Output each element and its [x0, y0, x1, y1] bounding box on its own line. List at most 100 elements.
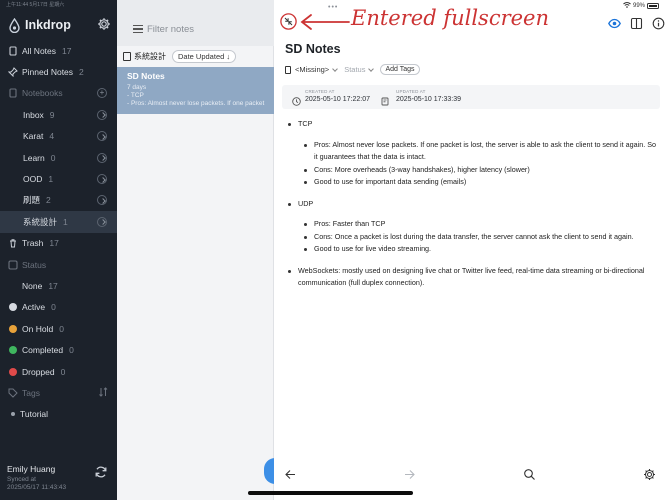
sidebar-item-leetcode[interactable]: 刷題 2: [0, 190, 117, 211]
chevron-down-icon: [368, 65, 375, 72]
sidebar-section-status[interactable]: Status: [0, 254, 117, 275]
info-icon[interactable]: [652, 17, 665, 30]
sidebar-section-notebooks[interactable]: Notebooks +: [0, 83, 117, 104]
add-notebook-button[interactable]: +: [97, 88, 107, 99]
sidebar-item-label: Completed: [22, 345, 64, 356]
chevron-right-icon[interactable]: [97, 195, 107, 206]
chevron-right-icon[interactable]: [97, 152, 107, 163]
sidebar-item-status-active[interactable]: Active 0: [0, 297, 117, 318]
tag-dot-icon: [8, 409, 18, 419]
tag-icon: [8, 388, 18, 398]
sidebar-item-pinned-notes[interactable]: Pinned Notes 2: [0, 61, 117, 82]
current-notebook-label: 系統設計: [134, 52, 166, 61]
forward-arrow-icon[interactable]: [403, 468, 416, 481]
chevron-right-icon[interactable]: [97, 109, 107, 120]
created-at-value: 2025-05-10 17:22:07: [305, 96, 370, 103]
sidebar-item-label: All Notes: [22, 45, 57, 56]
sidebar-item-system-design[interactable]: 系統設計 1: [0, 211, 117, 233]
sidebar-section-label: Notebooks: [22, 88, 63, 99]
sidebar-item-count: 1: [63, 216, 68, 227]
editor-pane: ••• 99% Entered fullscreen SD Notes <Mis…: [274, 0, 667, 500]
note-title[interactable]: SD Notes: [285, 42, 341, 56]
hamburger-menu-icon[interactable]: [133, 25, 143, 33]
sidebar-item-ood[interactable]: OOD 1: [0, 168, 117, 189]
sync-icon[interactable]: [94, 465, 108, 479]
edit-history-icon: [381, 93, 390, 106]
notebook-icon: [285, 65, 291, 74]
bullet-item: WebSockets: mostly used on designing liv…: [287, 265, 659, 290]
sidebar-item-label: 刷題: [23, 195, 41, 206]
note-meta-row: <Missing> Status Add Tags: [285, 64, 420, 75]
settings-gear-icon[interactable]: [643, 468, 656, 481]
sidebar-item-count: 17: [62, 45, 72, 56]
note-content[interactable]: TCP Pros: Almost never lose packets. If …: [287, 118, 659, 299]
sidebar-item-label: None: [22, 280, 43, 291]
app-brand: Inkdrop: [9, 16, 71, 34]
sidebar-item-count: 9: [49, 109, 55, 120]
sidebar-item-inbox[interactable]: Inbox 9: [0, 104, 117, 125]
notebook-selector[interactable]: <Missing>: [295, 65, 329, 74]
sidebar-item-status-completed[interactable]: Completed 0: [0, 339, 117, 360]
sidebar-item-all-notes[interactable]: All Notes 17: [0, 40, 117, 61]
status-selector[interactable]: Status: [344, 65, 365, 74]
sidebar-nav: All Notes 17 Pinned Notes 2 Notebooks + In…: [0, 40, 117, 425]
sidebar-item-count: 0: [59, 323, 64, 334]
bullet-text: WebSockets: mostly used on designing liv…: [298, 265, 645, 288]
sidebar-item-tag-tutorial[interactable]: Tutorial: [0, 404, 117, 425]
sidebar-section-label: Status: [22, 259, 47, 270]
settings-gear-icon[interactable]: [97, 17, 111, 31]
active-dot-icon: [8, 302, 18, 312]
sidebar-item-status-none[interactable]: None 17: [0, 275, 117, 296]
sync-status: Synced at 2025/05/17 11:43:43: [7, 476, 67, 491]
sidebar-item-learn[interactable]: Learn 0: [0, 147, 117, 168]
chevron-right-icon[interactable]: [97, 216, 107, 227]
sub-bullet-item: Cons: More overheads (3-way handshakes),…: [298, 164, 659, 177]
sidebar-item-label: Tutorial: [20, 409, 49, 420]
add-tags-button[interactable]: Add Tags: [380, 64, 420, 75]
chevron-right-icon[interactable]: [97, 174, 107, 185]
user-account[interactable]: Emily Huang Synced at 2025/05/17 11:43:4…: [7, 464, 69, 491]
note-item-preview: - Pros: Almost never lose packets. If on…: [127, 100, 265, 107]
split-view-icon[interactable]: [630, 17, 643, 30]
created-at-label: CREATED AT: [305, 89, 335, 94]
sidebar-item-status-dropped[interactable]: Dropped 0: [0, 361, 117, 382]
sidebar-section-tags[interactable]: Tags: [0, 382, 117, 403]
sidebar-item-trash[interactable]: Trash 17: [0, 233, 117, 254]
sidebar-item-label: Learn: [23, 152, 45, 163]
sidebar-item-count: 4: [49, 131, 55, 142]
note-item-date: 7 days: [127, 84, 147, 91]
preview-eye-icon[interactable]: [608, 17, 621, 30]
sidebar-section-label: Tags: [22, 387, 40, 398]
sidebar-item-label: Karat: [23, 131, 44, 142]
sidebar-item-count: 0: [51, 302, 56, 313]
sidebar-item-count: 2: [79, 67, 84, 78]
dropped-x-icon: [8, 367, 18, 377]
search-icon[interactable]: [523, 468, 536, 481]
filter-notes-input[interactable]: [147, 21, 269, 37]
clock-icon: [292, 93, 301, 106]
sidebar-item-label: On Hold: [22, 323, 54, 334]
editor-toolbar: ••• 99% Entered fullscreen: [274, 0, 667, 38]
chevron-right-icon[interactable]: [97, 131, 107, 142]
sort-order-button[interactable]: Date Updated ↓: [172, 50, 237, 63]
sub-bullet-item: Pros: Almost never lose packets. If one …: [298, 139, 659, 164]
bullet-item: UDP Pros: Faster than TCP Cons: Once a p…: [287, 198, 659, 256]
sub-bullet-item: Cons: Once a packet is lost during the d…: [298, 231, 659, 244]
sidebar-item-label: OOD: [23, 174, 43, 185]
sort-tags-icon[interactable]: [99, 387, 108, 399]
app-name: Inkdrop: [25, 18, 71, 32]
sub-bullet-item: Good to use for live video streaming.: [298, 243, 659, 256]
note-list-item[interactable]: SD Notes 7 days - TCP - Pros: Almost nev…: [117, 67, 274, 114]
sub-bullet-item: Pros: Faster than TCP: [298, 218, 659, 231]
sidebar-item-label: Trash: [22, 238, 44, 249]
home-indicator[interactable]: [248, 491, 413, 495]
back-arrow-icon[interactable]: [284, 468, 297, 481]
updated-at-value: 2025-05-10 17:33:39: [396, 96, 461, 103]
sidebar-item-count: 2: [46, 195, 51, 206]
sub-bullet-item: Good to use for important data sending (…: [298, 176, 659, 189]
annotation-text: Entered fullscreen: [351, 6, 549, 30]
notes-icon: [8, 46, 18, 56]
sidebar-item-label: 系統設計: [23, 216, 58, 227]
sidebar-item-status-on-hold[interactable]: On Hold 0: [0, 318, 117, 339]
sidebar-item-karat[interactable]: Karat 4: [0, 126, 117, 147]
